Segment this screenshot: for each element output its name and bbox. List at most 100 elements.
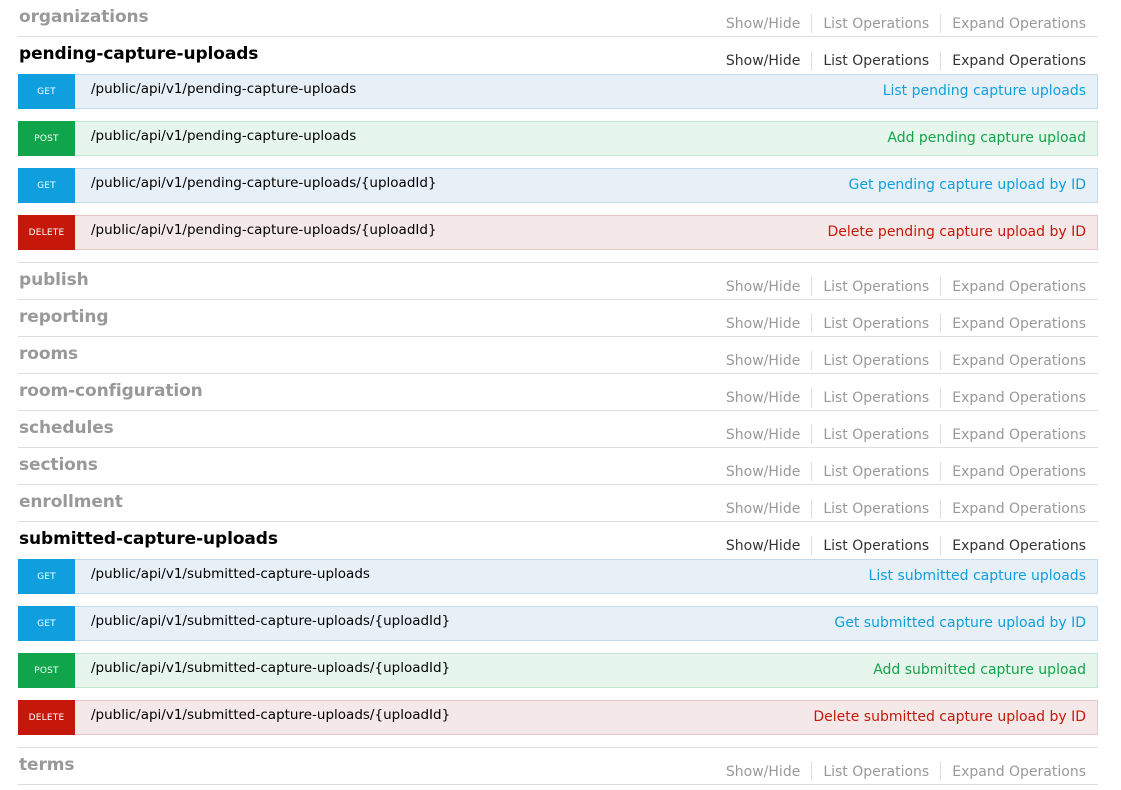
show-hide-link[interactable]: Show/Hide — [726, 279, 800, 295]
show-hide-link[interactable]: Show/Hide — [726, 464, 800, 480]
resource-section: publish Show/Hide List Operations Expand Op… — [18, 263, 1098, 300]
expand-operations-link[interactable]: Expand Operations — [952, 316, 1086, 332]
endpoint-summary[interactable]: Delete submitted capture upload by ID — [813, 709, 1086, 725]
operations-divider — [940, 499, 942, 518]
http-method-badge[interactable]: DELETE — [18, 215, 75, 250]
endpoint-row[interactable]: POST/public/api/v1/pending-capture-uploa… — [18, 121, 1098, 156]
endpoint-path[interactable]: /public/api/v1/pending-capture-uploads — [91, 128, 356, 144]
endpoint-row[interactable]: DELETE/public/api/v1/pending-capture-upl… — [18, 215, 1098, 250]
endpoint-path[interactable]: /public/api/v1/pending-capture-uploads — [91, 81, 356, 97]
expand-operations-link[interactable]: Expand Operations — [952, 353, 1086, 369]
endpoint-summary[interactable]: Get submitted capture upload by ID — [834, 615, 1086, 631]
resource-operations: Show/Hide List Operations Expand Operation… — [726, 499, 1086, 518]
list-operations-link[interactable]: List Operations — [823, 316, 929, 332]
resource-header: organizations Show/Hide List Operations Exp… — [18, 0, 1098, 37]
show-hide-link[interactable]: Show/Hide — [726, 316, 800, 332]
resource-operations: Show/Hide List Operations Expand Operation… — [726, 425, 1086, 444]
list-operations-link[interactable]: List Operations — [823, 501, 929, 517]
endpoint-row[interactable]: GET/public/api/v1/submitted-capture-uplo… — [18, 606, 1098, 641]
endpoint-row[interactable]: POST/public/api/v1/submitted-capture-upl… — [18, 653, 1098, 688]
http-method-badge[interactable]: POST — [18, 121, 75, 156]
resource-title[interactable]: schedules — [19, 418, 114, 438]
http-method-badge[interactable]: GET — [18, 559, 75, 594]
show-hide-link[interactable]: Show/Hide — [726, 390, 800, 406]
expand-operations-link[interactable]: Expand Operations — [952, 764, 1086, 780]
list-operations-link[interactable]: List Operations — [823, 764, 929, 780]
show-hide-link[interactable]: Show/Hide — [726, 53, 800, 69]
endpoint-row[interactable]: GET/public/api/v1/pending-capture-upload… — [18, 168, 1098, 203]
endpoint-summary[interactable]: List pending capture uploads — [883, 83, 1086, 99]
resource-title[interactable]: organizations — [19, 7, 149, 27]
endpoint-list: GET/public/api/v1/submitted-capture-uplo… — [18, 559, 1098, 748]
operations-divider — [811, 277, 813, 296]
resource-section: enrollment Show/Hide List Operations Expand… — [18, 485, 1098, 522]
list-operations-link[interactable]: List Operations — [823, 16, 929, 32]
list-operations-link[interactable]: List Operations — [823, 427, 929, 443]
endpoint-summary[interactable]: List submitted capture uploads — [869, 568, 1086, 584]
resource-title[interactable]: submitted-capture-uploads — [19, 529, 278, 549]
resource-section: schedules Show/Hide List Operations Expand … — [18, 411, 1098, 448]
show-hide-link[interactable]: Show/Hide — [726, 16, 800, 32]
endpoint-row[interactable]: DELETE/public/api/v1/submitted-capture-u… — [18, 700, 1098, 735]
expand-operations-link[interactable]: Expand Operations — [952, 501, 1086, 517]
resource-header: room-configuration Show/Hide List Operatio… — [18, 374, 1098, 411]
resource-title[interactable]: reporting — [19, 307, 109, 327]
operations-divider — [811, 14, 813, 33]
expand-operations-link[interactable]: Expand Operations — [952, 279, 1086, 295]
resource-header: terms Show/Hide List Operations Expand Oper… — [18, 748, 1098, 785]
endpoint-summary[interactable]: Delete pending capture upload by ID — [827, 224, 1086, 240]
resource-operations: Show/Hide List Operations Expand Operation… — [726, 277, 1086, 296]
list-operations-link[interactable]: List Operations — [823, 279, 929, 295]
operations-divider — [811, 499, 813, 518]
http-method-badge[interactable]: DELETE — [18, 700, 75, 735]
list-operations-link[interactable]: List Operations — [823, 390, 929, 406]
endpoint-path[interactable]: /public/api/v1/pending-capture-uploads/{… — [91, 175, 437, 191]
resource-header: reporting Show/Hide List Operations Expand … — [18, 300, 1098, 337]
resource-operations: Show/Hide List Operations Expand Operation… — [726, 762, 1086, 781]
resource-title[interactable]: rooms — [19, 344, 78, 364]
http-method-badge[interactable]: GET — [18, 168, 75, 203]
endpoint-summary[interactable]: Get pending capture upload by ID — [849, 177, 1086, 193]
endpoint-path[interactable]: /public/api/v1/pending-capture-uploads/{… — [91, 222, 437, 238]
list-operations-link[interactable]: List Operations — [823, 464, 929, 480]
expand-operations-link[interactable]: Expand Operations — [952, 427, 1086, 443]
endpoint-summary[interactable]: Add pending capture upload — [887, 130, 1086, 146]
endpoint-row[interactable]: GET/public/api/v1/pending-capture-upload… — [18, 74, 1098, 109]
resource-title[interactable]: publish — [19, 270, 89, 290]
resource-section: pending-capture-uploads Show/Hide List Ope… — [18, 37, 1098, 263]
endpoint-row[interactable]: GET/public/api/v1/submitted-capture-uplo… — [18, 559, 1098, 594]
expand-operations-link[interactable]: Expand Operations — [952, 53, 1086, 69]
resource-operations: Show/Hide List Operations Expand Operation… — [726, 51, 1086, 70]
show-hide-link[interactable]: Show/Hide — [726, 764, 800, 780]
endpoint-summary[interactable]: Add submitted capture upload — [873, 662, 1086, 678]
expand-operations-link[interactable]: Expand Operations — [952, 16, 1086, 32]
list-operations-link[interactable]: List Operations — [823, 538, 929, 554]
resource-section: reporting Show/Hide List Operations Expand … — [18, 300, 1098, 337]
show-hide-link[interactable]: Show/Hide — [726, 427, 800, 443]
resource-section: sections Show/Hide List Operations Expand O… — [18, 448, 1098, 485]
operations-divider — [940, 462, 942, 481]
http-method-badge[interactable]: POST — [18, 653, 75, 688]
resource-title[interactable]: terms — [19, 755, 74, 775]
endpoint-path[interactable]: /public/api/v1/submitted-capture-uploads… — [91, 707, 450, 723]
list-operations-link[interactable]: List Operations — [823, 353, 929, 369]
operations-divider — [811, 425, 813, 444]
endpoint-path[interactable]: /public/api/v1/submitted-capture-uploads… — [91, 660, 450, 676]
list-operations-link[interactable]: List Operations — [823, 53, 929, 69]
resource-title[interactable]: enrollment — [19, 492, 123, 512]
show-hide-link[interactable]: Show/Hide — [726, 538, 800, 554]
resource-title[interactable]: room-configuration — [19, 381, 203, 401]
expand-operations-link[interactable]: Expand Operations — [952, 538, 1086, 554]
endpoint-path[interactable]: /public/api/v1/submitted-capture-uploads… — [91, 613, 450, 629]
resource-header: rooms Show/Hide List Operations Expand Oper… — [18, 337, 1098, 374]
http-method-badge[interactable]: GET — [18, 74, 75, 109]
http-method-badge[interactable]: GET — [18, 606, 75, 641]
show-hide-link[interactable]: Show/Hide — [726, 501, 800, 517]
resource-title[interactable]: sections — [19, 455, 98, 475]
endpoint-path[interactable]: /public/api/v1/submitted-capture-uploads — [91, 566, 370, 582]
expand-operations-link[interactable]: Expand Operations — [952, 390, 1086, 406]
resource-title[interactable]: pending-capture-uploads — [19, 44, 258, 64]
show-hide-link[interactable]: Show/Hide — [726, 353, 800, 369]
operations-divider — [940, 536, 942, 555]
expand-operations-link[interactable]: Expand Operations — [952, 464, 1086, 480]
